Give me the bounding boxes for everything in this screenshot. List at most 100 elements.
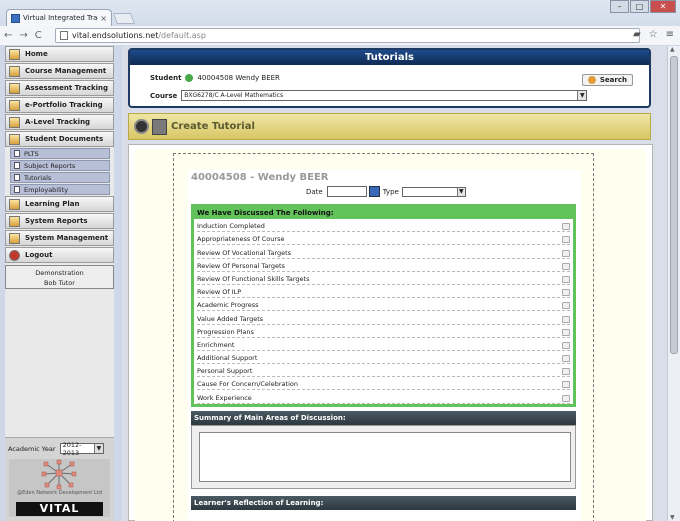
action-bar: Create Tutorial [128,113,651,140]
sidebar-item-system-management[interactable]: System Management [5,230,114,246]
topic-checkbox[interactable] [562,262,570,270]
calendar-icon[interactable] [368,186,380,197]
academic-year-select[interactable]: 2012-2013 ▼ [59,441,104,457]
topic-checkbox[interactable] [562,381,570,389]
summary-textarea[interactable] [199,432,571,482]
topic-label: Additional Support [197,354,258,363]
document-icon [14,150,20,157]
sidebar-item-learning-plan[interactable]: Learning Plan [5,196,114,212]
edit-icon[interactable] [134,119,149,134]
topic-label: Personal Support [197,367,253,376]
discussed-panel: We Have Discussed The Following: Inducti… [191,204,576,407]
back-icon[interactable]: ← [4,30,12,41]
sidebar-item-logout[interactable]: Logout [5,247,114,263]
topic-checkbox[interactable] [562,394,570,402]
maximize-button[interactable]: □ [630,0,649,13]
topic-checkbox[interactable] [562,289,570,297]
sidebar-item-label: Home [25,50,48,58]
reports-icon [9,215,20,227]
document-icon [14,186,20,193]
new-tab-button[interactable] [112,13,136,24]
sidebar-item-home[interactable]: Home [5,46,114,62]
close-tab-icon[interactable]: × [100,14,107,23]
sidebar-item-student-documents[interactable]: Student Documents [5,131,114,147]
favicon-icon [11,13,20,23]
topic-row: Additional Support [197,351,570,365]
topic-row: Work Experience [197,390,570,404]
extension-icon[interactable]: ▰ [633,29,641,40]
topic-row: Personal Support [197,364,570,378]
sidebar-item-course-management[interactable]: Course Management [5,63,114,79]
type-select[interactable]: ▼ [401,186,466,197]
save-icon[interactable] [152,118,167,135]
topic-checkbox[interactable] [562,249,570,257]
sidebar-subitem-label: Subject Reports [24,161,76,170]
topic-checkbox[interactable] [562,341,570,349]
topic-label: Induction Completed [197,222,265,231]
topic-label: Review Of Vocational Targets [197,248,292,257]
sidebar-item-label: System Management [25,234,109,242]
tutorials-header-panel: Tutorials Student 40004508 Wendy BEER Co… [128,48,651,108]
scroll-down-icon[interactable]: ▼ [670,514,675,521]
topic-checkbox[interactable] [562,275,570,283]
topic-label: Review Of Functional Skills Targets [197,274,310,283]
sidebar: Home Course Management Assessment Tracki… [5,46,114,521]
page-title: Tutorials [130,50,649,65]
topic-checkbox[interactable] [562,355,570,363]
topic-checkbox[interactable] [562,328,570,336]
sidebar-item-assessment-tracking[interactable]: Assessment Tracking [5,80,114,96]
course-select[interactable]: BXG6278/C A-Level Mathematics ▼ [181,90,588,101]
power-icon [9,249,20,261]
topic-row: Progression Plans [197,325,570,338]
address-bar[interactable]: vital.endsolutions.net /default.asp [55,28,640,43]
sidebar-item-alevel-tracking[interactable]: A-Level Tracking [5,114,114,130]
reflection-heading: Learner's Reflection of Learning: [191,496,576,510]
user-org: Demonstration [35,269,84,277]
network-logo-icon [41,459,77,490]
topic-checkbox[interactable] [562,223,570,231]
browser-tab[interactable]: Virtual Integrated Tracking × [6,9,112,26]
sidebar-item-system-reports[interactable]: System Reports [5,213,114,229]
search-button[interactable]: Search [581,74,633,86]
topic-label: Review Of Personal Targets [197,261,285,270]
home-icon [9,48,20,60]
close-window-button[interactable]: ✕ [650,0,676,13]
student-value: 40004508 Wendy BEER [197,74,280,82]
topic-checkbox[interactable] [562,302,570,310]
management-icon [9,232,20,244]
bookmark-star-icon[interactable]: ☆ [649,29,658,40]
student-go-icon[interactable] [185,74,194,82]
scrollbar-thumb[interactable] [670,56,678,354]
sidebar-subitem-subject-reports[interactable]: Subject Reports [10,160,110,171]
student-label: Student [150,74,182,82]
sidebar-item-eportfolio-tracking[interactable]: e-Portfolio Tracking [5,97,114,113]
menu-icon[interactable]: ≡ [666,29,674,40]
user-name: Bob Tutor [44,279,75,287]
alevel-icon [9,116,20,128]
course-label: Course [150,91,178,100]
page-scrollbar[interactable]: ▲ ▼ [667,46,680,521]
sidebar-subitem-employability[interactable]: Employability [10,184,110,195]
scroll-up-icon[interactable]: ▲ [670,46,675,53]
topic-label: Appropriateness Of Course [197,235,285,244]
topic-label: Enrichment [197,340,235,349]
topic-row: Academic Progress [197,298,570,312]
dropdown-arrow-icon: ▼ [94,444,103,453]
minimize-button[interactable]: – [610,0,629,13]
sidebar-subitem-tutorials[interactable]: Tutorials [10,172,110,183]
topic-checkbox[interactable] [562,236,570,244]
forward-icon[interactable]: → [19,30,27,41]
topic-row: Cause For Concern/Celebration [197,377,570,391]
browser-chrome: Virtual Integrated Tracking × – □ ✕ ← → … [0,0,680,45]
topic-checkbox[interactable] [562,315,570,323]
topic-row: Value Added Targets [197,311,570,325]
topic-row: Enrichment [197,338,570,351]
date-input[interactable] [326,186,367,197]
search-button-label: Search [599,76,627,84]
url-host: vital.endsolutions.net [72,31,159,40]
topic-checkbox[interactable] [562,368,570,376]
reload-icon[interactable]: C [35,30,42,41]
academic-year-panel: Academic Year 2012-2013 ▼ @Eden Network … [5,437,114,521]
sidebar-subitem-plts[interactable]: PLTS [10,148,110,159]
document-icon [14,174,20,181]
